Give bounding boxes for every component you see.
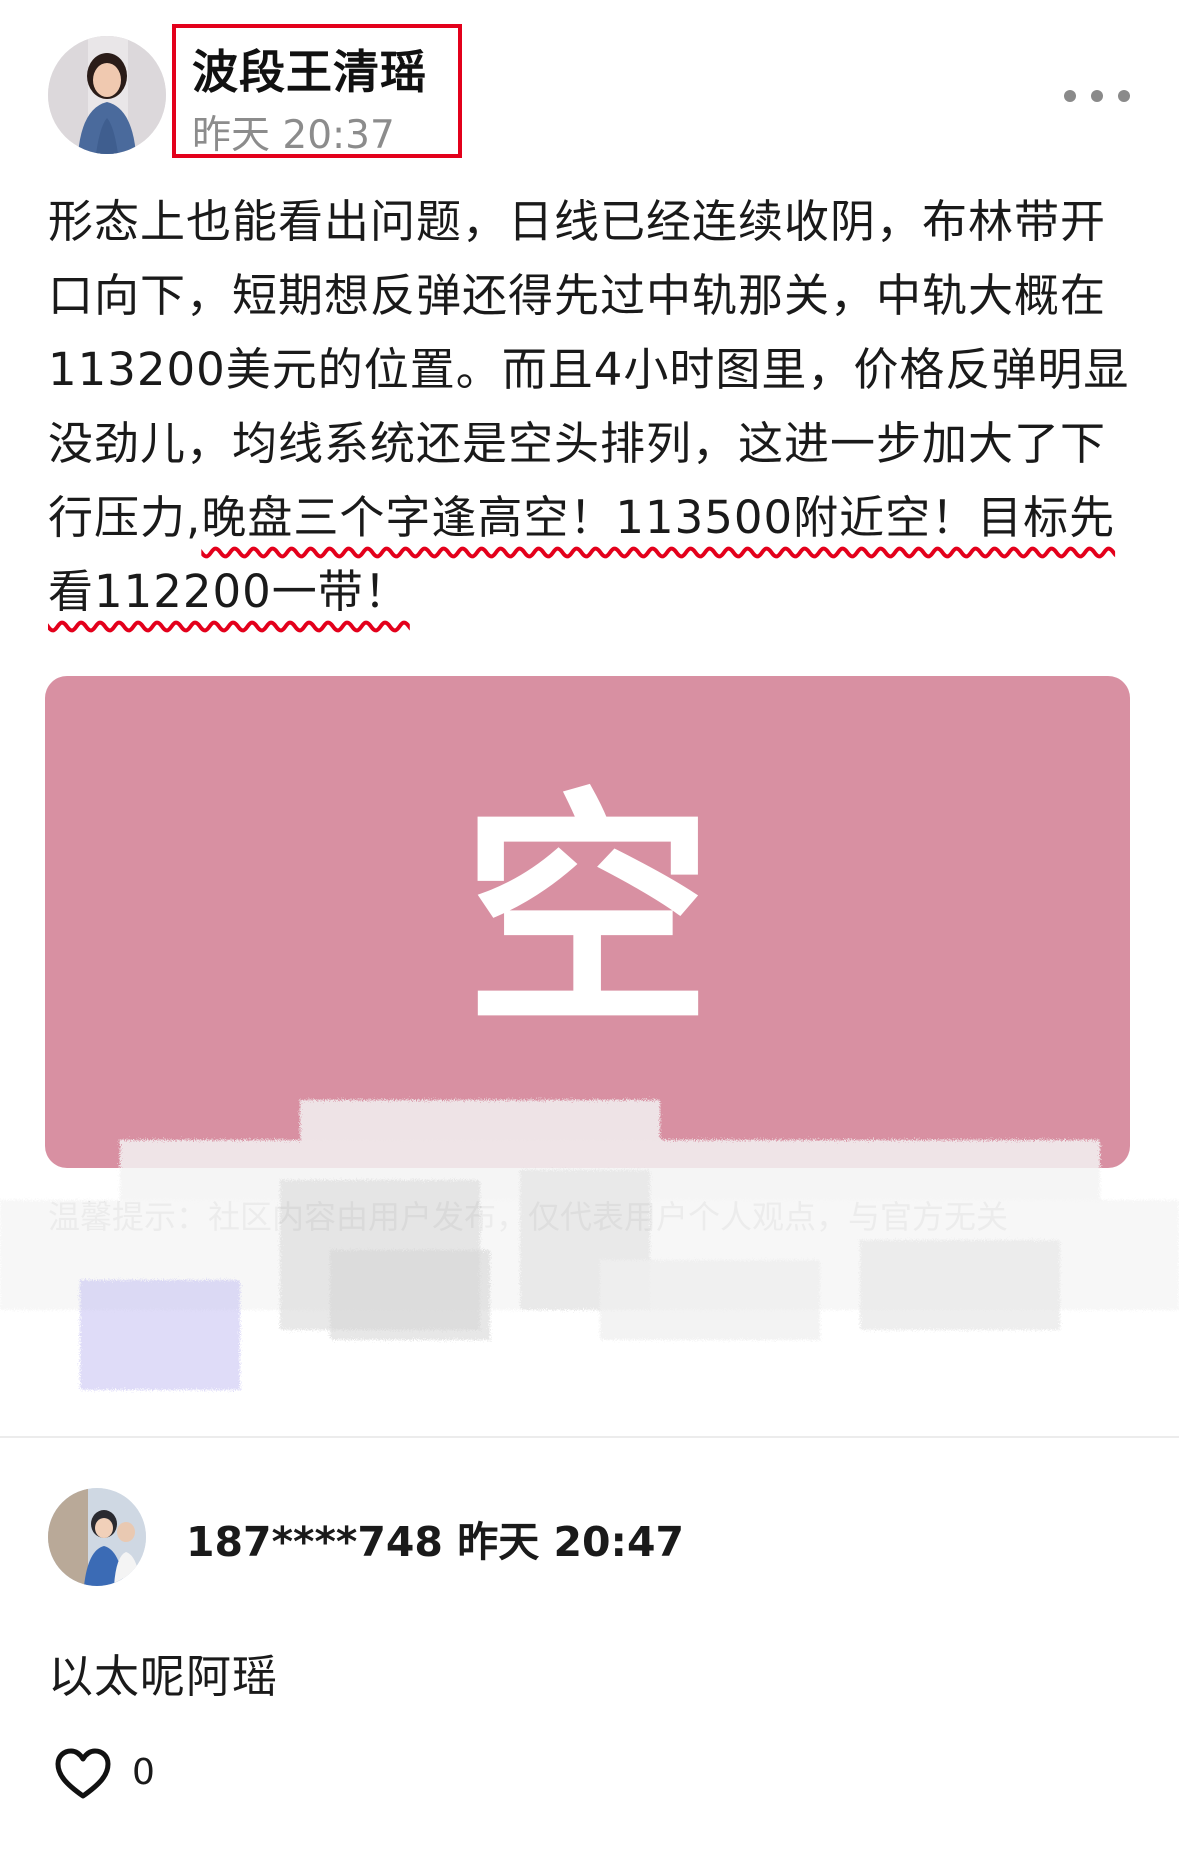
comment-time: 昨天 20:47 <box>457 1518 684 1566</box>
commenter-avatar[interactable] <box>48 1488 146 1586</box>
post-image[interactable]: 空 <box>45 676 1130 1168</box>
disclaimer-text: 温馨提示：社区内容由用户发布，仅代表用户个人观点，与官方无关 <box>48 1198 1009 1236</box>
post-body: 形态上也能看出问题，日线已经连续收阴，布林带开口向下，短期想反弹还得先过中轨那关… <box>48 185 1138 629</box>
comment-text: 以太呢阿瑶 <box>48 1650 279 1703</box>
author-name[interactable]: 波段王清瑶 <box>192 36 427 102</box>
post-highlight-text: 晚盘三个字逢高空！113500附近空！目标先看112200一带！ <box>48 491 1116 618</box>
dot <box>1091 90 1103 102</box>
dot <box>1064 90 1076 102</box>
post-image-character: 空 <box>462 765 713 1059</box>
commenter-avatar-image <box>48 1488 146 1586</box>
comment-meta: 187****748 昨天 20:47 <box>186 1508 684 1568</box>
post-time: 昨天 20:37 <box>192 113 395 158</box>
section-divider <box>0 1436 1179 1438</box>
author-avatar[interactable] <box>48 36 166 154</box>
comment-user[interactable]: 187****748 <box>186 1518 443 1566</box>
author-avatar-image <box>48 36 166 154</box>
dot <box>1118 90 1130 102</box>
like-count: 0 <box>132 1752 155 1793</box>
heart-outline-icon[interactable] <box>54 1748 112 1800</box>
more-dots-icon[interactable] <box>1064 78 1130 114</box>
